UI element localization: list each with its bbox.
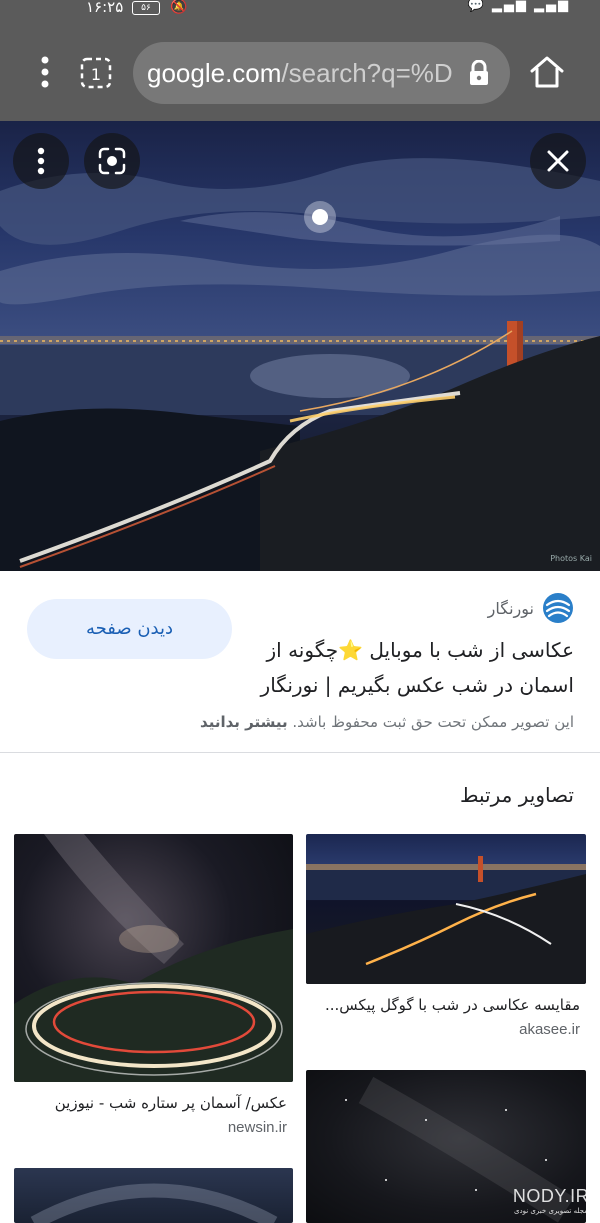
related-image-2[interactable]	[14, 834, 293, 1082]
related-image-4[interactable]	[14, 1168, 293, 1223]
related-title-2[interactable]: عکس/ آسمان پر ستاره شب - نیوزین	[17, 1094, 287, 1112]
address-bar[interactable]: google.com/search?q=%D	[133, 42, 510, 104]
night-bridge-photo	[306, 856, 586, 984]
copyright-text: این تصویر ممکن تحت حق ثبت محفوظ باشد.	[292, 713, 574, 731]
close-button[interactable]	[530, 133, 586, 189]
more-vert-icon[interactable]	[30, 54, 60, 90]
status-time: ۱۶:۲۵	[86, 0, 124, 16]
watermark-tagline: مجله تصویری خبری نودی	[514, 1207, 588, 1215]
related-title-1[interactable]: مقایسه عکاسی در شب با گوگل پیکس...	[310, 996, 580, 1014]
url-path: /search?q=%D	[281, 58, 453, 88]
google-lens-button[interactable]	[84, 133, 140, 189]
divider	[0, 752, 600, 753]
home-icon[interactable]	[528, 54, 566, 90]
site-watermark: NODY.IR مجله تصویری خبری نودی	[508, 1186, 594, 1220]
google-lens-icon	[98, 147, 126, 175]
more-vert-icon	[37, 147, 45, 175]
status-bar: ۱۶:۲۵ ۵۶ 🔕 💬 ▂▄▆ ▂▄▆	[0, 0, 600, 18]
related-image-1[interactable]	[306, 834, 586, 984]
close-icon	[547, 150, 569, 172]
battery-icon: ۵۶	[132, 1, 160, 15]
watermark-brand: NODY.IR	[512, 1186, 590, 1206]
learn-more-link[interactable]: بیشتر بدانید	[200, 713, 288, 731]
url-host: google.com	[147, 58, 282, 88]
image-credit: Photos Kai	[550, 554, 592, 563]
related-domain-2: newsin.ir	[227, 1119, 287, 1136]
source-name: نورنگار	[487, 598, 534, 618]
result-title-line2: اسمان در شب عکس بگیریم | نورنگار	[260, 673, 574, 697]
related-images-heading: تصاویر مرتبط	[460, 783, 574, 807]
bell-muted-icon: 🔕	[170, 0, 188, 15]
visit-page-button[interactable]: دیدن صفحه	[27, 599, 232, 659]
main-image[interactable]: Photos Kai	[0, 121, 600, 571]
milky-way-road-photo	[14, 834, 293, 1082]
result-title[interactable]: عکاسی از شب با موبایل ⭐چگونه از اسمان در…	[244, 633, 574, 703]
source-row[interactable]: نورنگار	[488, 592, 574, 624]
night-sky-arc-photo	[30, 1183, 278, 1223]
image-more-button[interactable]	[13, 133, 69, 189]
browser-toolbar: 1 google.com/search?q=%D	[0, 18, 600, 121]
result-title-line1: عکاسی از شب با موبایل ⭐چگونه از	[266, 638, 574, 662]
svg-text:1: 1	[91, 65, 101, 84]
lock-icon[interactable]	[467, 60, 491, 86]
related-domain-1: akasee.ir	[519, 1021, 580, 1038]
url-text[interactable]: google.com/search?q=%D	[147, 56, 453, 90]
source-logo-icon	[543, 593, 573, 623]
tab-switcher-icon[interactable]: 1	[79, 56, 113, 90]
signal-icon: 💬 ▂▄▆ ▂▄▆	[467, 0, 570, 13]
copyright-notice: این تصویر ممکن تحت حق ثبت محفوظ باشد. بی…	[114, 713, 574, 731]
